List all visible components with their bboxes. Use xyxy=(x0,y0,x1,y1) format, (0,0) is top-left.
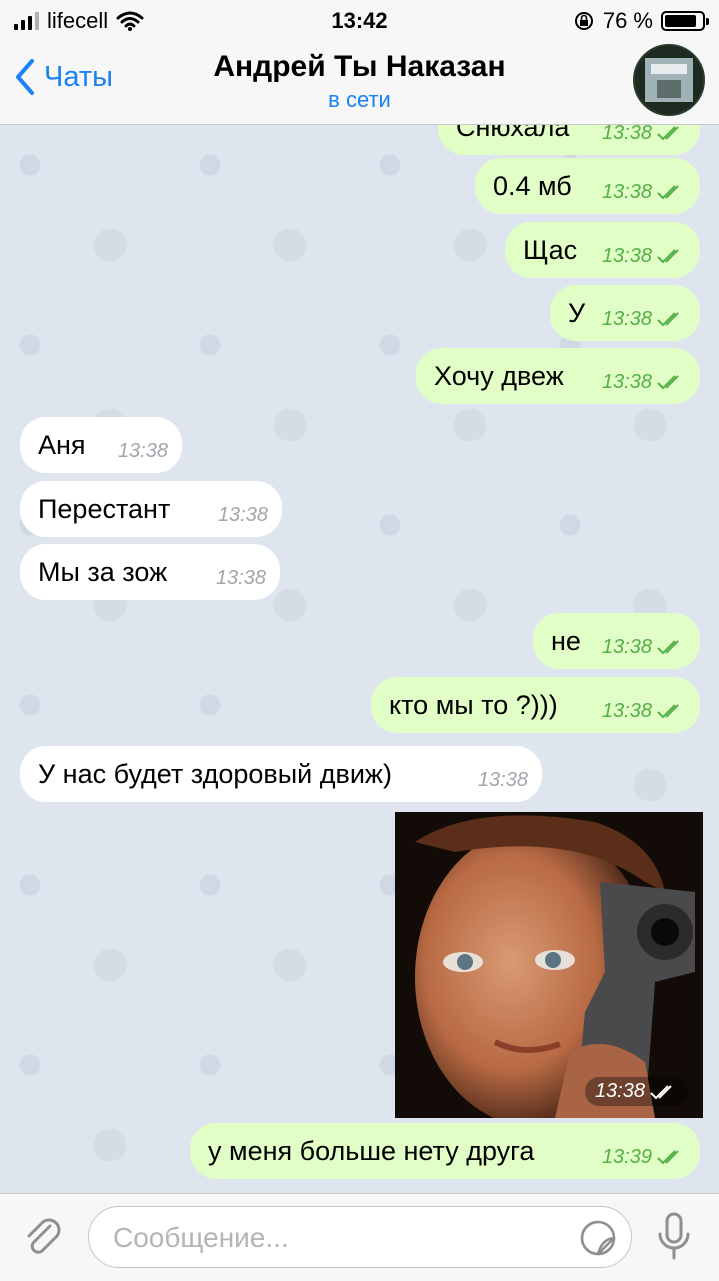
message-outgoing[interactable]: 0.4 мб 13:38 xyxy=(475,158,700,214)
orientation-lock-icon xyxy=(574,12,593,30)
message-meta: 13:38 xyxy=(204,504,268,527)
message-meta: 13:38 xyxy=(588,125,686,145)
message-incoming[interactable]: Мы за зож 13:38 xyxy=(20,544,280,600)
message-time: 13:38 xyxy=(601,244,652,267)
microphone-icon[interactable] xyxy=(656,1212,692,1262)
message-text: не xyxy=(551,625,581,656)
message-text: Аня xyxy=(38,429,86,460)
message-text: Щас xyxy=(523,234,578,265)
message-outgoing[interactable]: Щас 13:38 xyxy=(505,222,700,278)
message-outgoing[interactable]: у меня больше нету друга 13:39 xyxy=(190,1123,700,1179)
photo-image xyxy=(395,812,703,1118)
avatar[interactable] xyxy=(633,44,705,116)
message-time: 13:38 xyxy=(601,125,652,144)
message-text: У xyxy=(568,297,586,328)
message-meta: 13:38 xyxy=(588,371,686,394)
message-text: 0.4 мб xyxy=(493,170,572,201)
double-check-icon xyxy=(657,1150,679,1165)
chat-title[interactable]: Андрей Ты Наказан xyxy=(0,50,719,84)
message-meta: 13:38 xyxy=(464,769,528,792)
message-outgoing[interactable]: не 13:38 xyxy=(533,613,700,669)
message-time: 13:38 xyxy=(477,768,528,791)
battery-icon xyxy=(661,11,709,31)
message-time: 13:38 xyxy=(217,503,268,526)
message-text: кто мы то ?))) xyxy=(389,689,558,720)
message-time: 13:38 xyxy=(117,439,168,462)
message-time: 13:38 xyxy=(601,635,652,658)
message-meta: 13:38 xyxy=(588,245,686,268)
double-check-icon xyxy=(657,704,679,719)
message-time: 13:38 xyxy=(215,566,266,589)
status-bar: lifecell 13:42 76 % xyxy=(0,0,719,40)
message-text: у меня больше нету друга xyxy=(208,1135,535,1166)
message-time: 13:38 xyxy=(594,1080,645,1102)
message-meta: 13:38 xyxy=(588,636,686,659)
message-list[interactable]: Снюхала 13:38 0.4 мб 13:38 Щас 13:38 У 1… xyxy=(0,125,719,1193)
double-check-icon xyxy=(650,1084,672,1099)
paperclip-icon[interactable] xyxy=(20,1214,66,1260)
message-input[interactable] xyxy=(111,1207,555,1269)
message-time: 13:38 xyxy=(601,180,652,203)
message-meta: 13:38 xyxy=(104,440,168,463)
message-field[interactable] xyxy=(88,1206,632,1269)
message-outgoing[interactable]: У 13:38 xyxy=(550,285,700,341)
double-check-icon xyxy=(657,126,679,141)
photo-message[interactable]: 13:38 xyxy=(395,812,703,1118)
message-time: 13:38 xyxy=(601,699,652,722)
double-check-icon xyxy=(657,249,679,264)
photo-time-badge: 13:38 xyxy=(584,1077,689,1106)
message-meta: 13:38 xyxy=(588,308,686,331)
message-meta: 13:38 xyxy=(588,700,686,723)
message-incoming[interactable]: Перестант 13:38 xyxy=(20,481,282,537)
message-incoming[interactable]: У нас будет здоровый движ) 13:38 xyxy=(20,746,542,802)
message-time: 13:38 xyxy=(601,370,652,393)
compose-bar xyxy=(0,1193,719,1281)
message-meta: 13:39 xyxy=(588,1146,686,1169)
message-text: Снюхала xyxy=(456,125,570,142)
message-text: У нас будет здоровый движ) xyxy=(38,758,392,789)
online-status: в сети xyxy=(328,87,391,112)
message-text: Хочу двеж xyxy=(434,360,564,391)
message-time: 13:39 xyxy=(601,1145,652,1168)
chat-header: Чаты Андрей Ты Наказан в сети xyxy=(0,40,719,125)
message-text: Перестант xyxy=(38,493,171,524)
message-outgoing[interactable]: Хочу двеж 13:38 xyxy=(416,348,700,404)
double-check-icon xyxy=(657,185,679,200)
double-check-icon xyxy=(657,375,679,390)
message-time: 13:38 xyxy=(601,307,652,330)
sticker-icon[interactable] xyxy=(579,1219,617,1257)
message-text: Мы за зож xyxy=(38,556,168,587)
double-check-icon xyxy=(657,640,679,655)
battery-percent: 76 % xyxy=(602,8,653,33)
message-outgoing[interactable]: кто мы то ?))) 13:38 xyxy=(371,677,700,733)
message-meta: 13:38 xyxy=(588,181,686,204)
message-meta: 13:38 xyxy=(202,567,266,590)
battery-group: 76 % xyxy=(573,8,709,34)
double-check-icon xyxy=(657,312,679,327)
message-incoming[interactable]: Аня 13:38 xyxy=(20,417,182,473)
message-outgoing[interactable]: Снюхала 13:38 xyxy=(438,125,700,155)
